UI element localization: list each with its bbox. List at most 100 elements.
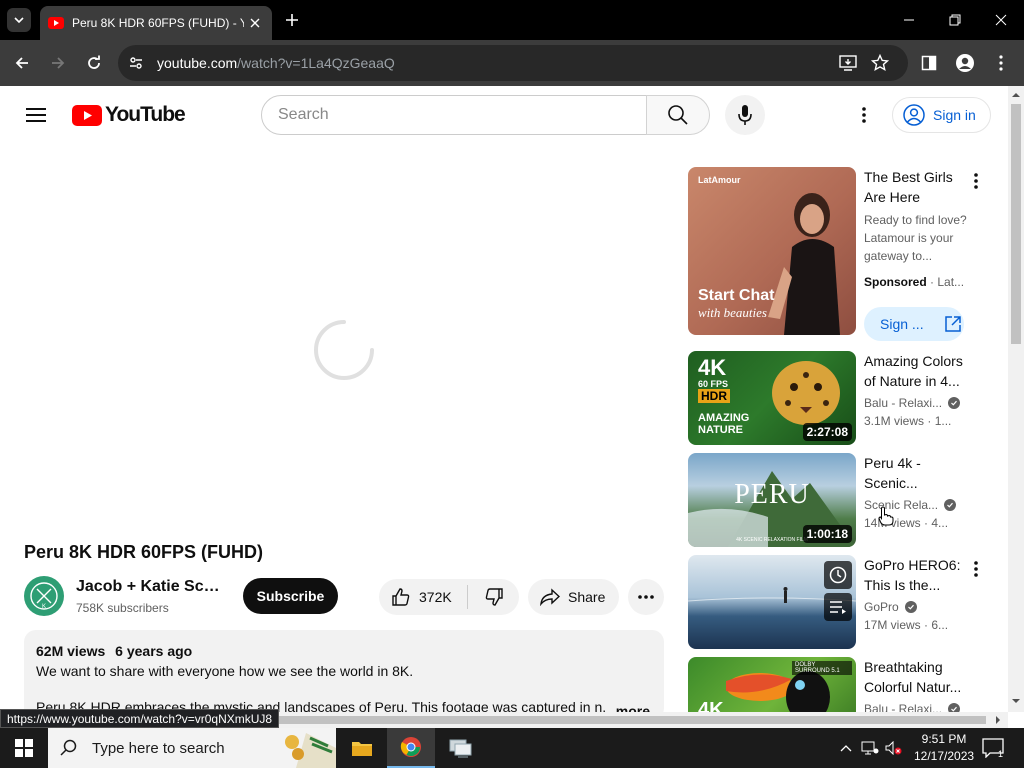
thumb-overlay-line2: NATURE xyxy=(698,424,744,436)
site-info-icon[interactable] xyxy=(126,53,146,73)
channel-name[interactable]: Balu - Relaxi... xyxy=(864,702,942,712)
thumb-peru-text: PERU xyxy=(734,479,810,510)
channel-name[interactable]: Jacob + Katie Sch... xyxy=(76,578,221,596)
video-player[interactable] xyxy=(24,152,664,532)
video-title-link[interactable]: Peru 4k - Scenic... xyxy=(864,453,968,493)
chevron-down-icon xyxy=(14,17,24,24)
description-line-1: We want to share with everyone how we se… xyxy=(36,663,414,679)
reload-button[interactable] xyxy=(82,51,106,75)
related-video-item[interactable]: 4K 60 FPS HDR AMAZING NATURE 2:27:08 Ama… xyxy=(688,351,988,445)
thumbs-up-icon xyxy=(392,588,410,606)
ad-menu-icon[interactable] xyxy=(966,171,986,191)
restore-button[interactable] xyxy=(943,8,967,32)
voice-search-button[interactable] xyxy=(725,95,765,135)
video-thumbnail[interactable]: PERU 4K SCENIC RELAXATION FILM 1:00:18 xyxy=(688,453,856,547)
dislike-button[interactable] xyxy=(468,579,519,615)
channel-avatar[interactable]: K xyxy=(24,576,64,616)
channel-name[interactable]: Scenic Rela... xyxy=(864,498,938,512)
ad-title[interactable]: The Best Girls Are Here xyxy=(864,167,968,207)
tray-chevron-up-icon[interactable] xyxy=(836,738,856,758)
description-box[interactable]: 62M views 6 years ago We want to share w… xyxy=(24,630,664,720)
bookmark-star-icon[interactable] xyxy=(870,53,890,73)
windows-logo-icon xyxy=(15,739,33,757)
dolby-badge: DOLBY SURROUND 5.1 xyxy=(792,661,852,675)
share-button[interactable]: Share xyxy=(528,579,619,615)
chrome-menu-icon[interactable] xyxy=(990,52,1012,74)
notification-center-button[interactable]: 1 xyxy=(980,736,1006,760)
install-app-icon[interactable] xyxy=(838,53,858,73)
video-title-link[interactable]: Amazing Colors of Nature in 4... xyxy=(864,351,968,391)
video-title-link[interactable]: Breathtaking Colorful Natur... xyxy=(864,657,968,697)
network-icon[interactable] xyxy=(860,738,880,758)
taskbar-clock[interactable]: 9:51 PM 12/17/2023 xyxy=(914,731,974,765)
view-count: 62M views xyxy=(36,643,106,659)
more-actions-button[interactable] xyxy=(628,579,664,615)
start-button[interactable] xyxy=(0,728,48,768)
channel-name[interactable]: Balu - Relaxi... xyxy=(864,396,942,410)
related-video-item[interactable]: DOLBY SURROUND 5.1 4K Breathtaking Color… xyxy=(688,657,988,712)
address-bar[interactable]: youtube.com/watch?v=1La4QzGeaaQ xyxy=(118,45,908,81)
video-title-link[interactable]: GoPro HERO6: This Is the... xyxy=(864,555,968,595)
minimize-button[interactable] xyxy=(897,8,921,32)
settings-more-icon[interactable] xyxy=(852,103,876,127)
video-menu-icon[interactable] xyxy=(966,559,986,579)
browser-toolbar: youtube.com/watch?v=1La4QzGeaaQ xyxy=(0,40,1024,86)
add-to-queue-icon[interactable] xyxy=(824,593,852,621)
volume-muted-icon[interactable] xyxy=(884,738,904,758)
ad-cta-button[interactable]: Sign ... xyxy=(864,307,964,341)
new-tab-button[interactable] xyxy=(282,10,302,30)
network-app-icon[interactable] xyxy=(436,728,484,768)
side-panel-icon[interactable] xyxy=(918,52,940,74)
thumb-overlay-line1: AMAZING xyxy=(698,412,750,424)
watch-later-icon[interactable] xyxy=(824,561,852,589)
ad-sponsored-line: Sponsored · Lat... xyxy=(864,275,965,289)
related-video-item[interactable]: GoPro HERO6: This Is the... GoPro 17M vi… xyxy=(688,555,988,649)
taskbar-search-box[interactable]: Type here to search xyxy=(48,728,336,768)
youtube-masthead: YouTube Search Sign in xyxy=(0,86,1008,144)
close-icon xyxy=(995,14,1007,26)
search-button[interactable] xyxy=(646,95,710,135)
chrome-taskbar-icon[interactable] xyxy=(387,728,435,768)
like-button[interactable]: 372K xyxy=(379,579,467,615)
upload-age: 6... xyxy=(931,618,949,632)
search-placeholder: Search xyxy=(278,106,329,123)
upload-age: 6 years ago xyxy=(115,643,193,659)
video-duration: 2:27:08 xyxy=(802,423,852,441)
video-title: Peru 8K HDR 60FPS (FUHD) xyxy=(24,542,264,562)
ad-thumbnail[interactable]: LatAmour Start Chat with beauties xyxy=(688,167,856,335)
logo-text: YouTube xyxy=(105,103,186,126)
profile-icon[interactable] xyxy=(954,52,976,74)
views-line: 3.1M views · 1... xyxy=(864,414,952,428)
close-window-button[interactable] xyxy=(989,8,1013,32)
search-input[interactable]: Search xyxy=(261,95,647,135)
video-thumbnail[interactable] xyxy=(688,555,856,649)
browser-tab-active[interactable]: Peru 8K HDR 60FPS (FUHD) - Yo xyxy=(40,6,272,40)
youtube-logo[interactable]: YouTube xyxy=(72,103,186,126)
plus-icon xyxy=(286,14,298,26)
hamburger-menu-icon[interactable] xyxy=(22,103,50,127)
youtube-play-icon xyxy=(72,104,102,126)
verified-check-icon xyxy=(948,703,961,712)
subscribe-button[interactable]: Subscribe xyxy=(243,578,338,614)
forward-button[interactable] xyxy=(46,51,70,75)
channel-name[interactable]: GoPro xyxy=(864,600,899,614)
back-button[interactable] xyxy=(10,51,34,75)
external-link-icon xyxy=(944,316,961,332)
svg-text:K: K xyxy=(42,604,46,610)
tab-close-icon[interactable] xyxy=(248,16,262,30)
microphone-icon xyxy=(738,105,752,125)
youtube-favicon-icon xyxy=(48,15,64,31)
loading-spinner-icon xyxy=(314,320,374,380)
video-thumbnail[interactable]: 4K 60 FPS HDR AMAZING NATURE 2:27:08 xyxy=(688,351,856,445)
sponsored-ad-card[interactable]: LatAmour Start Chat with beauties The Be… xyxy=(688,167,988,341)
file-explorer-icon[interactable] xyxy=(338,728,386,768)
taskbar-search-placeholder: Type here to search xyxy=(92,739,225,757)
related-video-item[interactable]: PERU 4K SCENIC RELAXATION FILM 1:00:18 P… xyxy=(688,453,988,547)
vertical-scroll-thumb[interactable] xyxy=(1011,104,1021,344)
video-thumbnail[interactable]: DOLBY SURROUND 5.1 4K xyxy=(688,657,856,712)
sign-in-button[interactable]: Sign in xyxy=(892,97,991,133)
sign-in-label: Sign in xyxy=(933,107,976,123)
ad-cta-label: Sign ... xyxy=(880,316,924,332)
vertical-scrollbar[interactable] xyxy=(1008,86,1024,712)
tab-search-button[interactable] xyxy=(7,8,31,32)
